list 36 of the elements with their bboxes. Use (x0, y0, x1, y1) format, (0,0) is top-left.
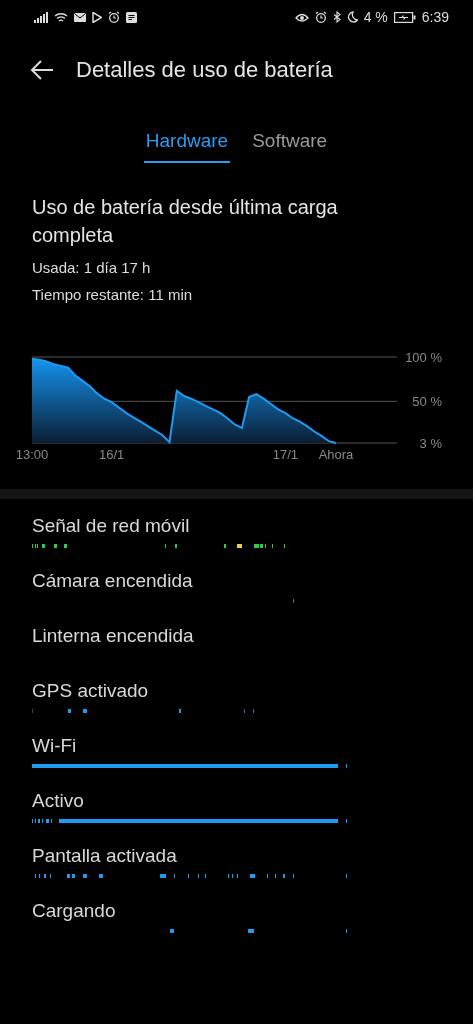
usage-label: Cargando (32, 899, 117, 923)
back-arrow-icon (30, 60, 54, 80)
usage-label: Wi-Fi (32, 734, 78, 758)
battery-charging-icon (393, 11, 416, 23)
usage-label: Linterna encendida (32, 624, 195, 648)
x-tick-label: 13:00 (15, 447, 49, 462)
tab[interactable]: Hardware (143, 126, 231, 163)
usage-label: Activo (32, 789, 85, 813)
notes-icon (126, 11, 137, 23)
moon-icon (346, 11, 358, 23)
alarm-icon (314, 11, 327, 23)
section-title: Uso de batería desde última carga completa (32, 195, 339, 248)
y-tick-label: 3 % (419, 436, 442, 451)
eye-icon (294, 11, 309, 23)
tab[interactable]: Software (250, 126, 330, 163)
page-title: Detalles de uso de batería (76, 57, 333, 83)
y-tick-label: 100 % (405, 351, 442, 365)
usage-label: Cámara encendida (32, 569, 194, 593)
x-tick-label: 16/1 (98, 447, 125, 462)
clock: 6:39 (421, 9, 449, 25)
usage-label: Señal de red móvil (32, 514, 191, 538)
play-icon (92, 11, 102, 23)
y-tick-label: 50 % (412, 394, 442, 410)
x-tick-label: 17/1 (272, 447, 298, 462)
battery-percent: 4 % (363, 9, 388, 25)
usage-label: GPS activado (32, 679, 150, 703)
mail-icon (74, 12, 86, 22)
signal-icon (34, 11, 48, 23)
bluetooth-icon (332, 11, 341, 23)
x-tick-label: Ahora (318, 447, 354, 462)
used-time: Usada: 1 día 17 h (32, 259, 152, 276)
remaining-time: Tiempo restante: 11 min (32, 286, 194, 303)
wifi-icon (54, 11, 68, 23)
alarm-icon (108, 11, 120, 23)
usage-label: Pantalla activada (32, 844, 178, 868)
usage-timeline (293, 599, 294, 603)
